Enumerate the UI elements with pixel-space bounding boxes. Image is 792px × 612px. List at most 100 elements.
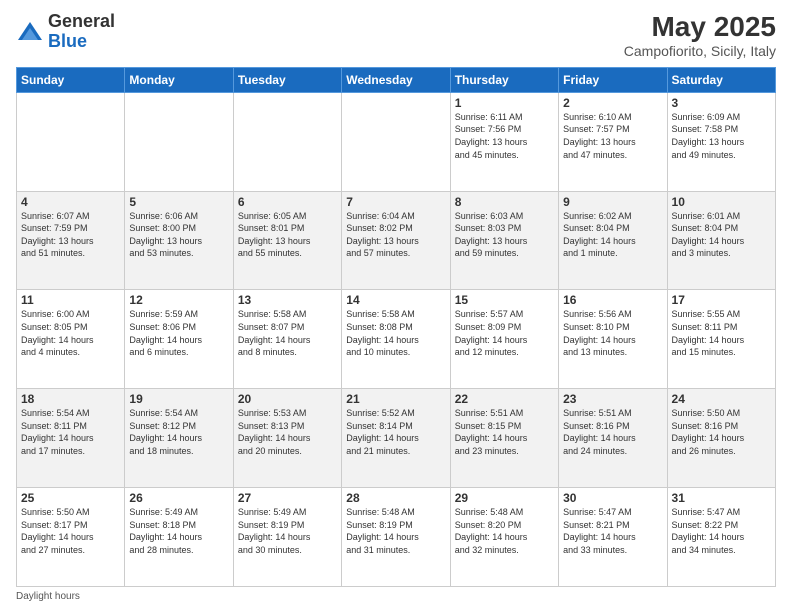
calendar-cell: 12Sunrise: 5:59 AM Sunset: 8:06 PM Dayli…: [125, 290, 233, 389]
day-number: 31: [672, 491, 771, 505]
day-info: Sunrise: 5:56 AM Sunset: 8:10 PM Dayligh…: [563, 308, 662, 358]
calendar-cell: 30Sunrise: 5:47 AM Sunset: 8:21 PM Dayli…: [559, 488, 667, 587]
calendar-cell: 5Sunrise: 6:06 AM Sunset: 8:00 PM Daylig…: [125, 191, 233, 290]
day-info: Sunrise: 6:06 AM Sunset: 8:00 PM Dayligh…: [129, 210, 228, 260]
day-number: 22: [455, 392, 554, 406]
day-number: 12: [129, 293, 228, 307]
calendar-cell: 21Sunrise: 5:52 AM Sunset: 8:14 PM Dayli…: [342, 389, 450, 488]
header: General Blue May 2025 Campofiorito, Sici…: [16, 12, 776, 59]
day-info: Sunrise: 5:54 AM Sunset: 8:12 PM Dayligh…: [129, 407, 228, 457]
day-info: Sunrise: 5:57 AM Sunset: 8:09 PM Dayligh…: [455, 308, 554, 358]
day-number: 21: [346, 392, 445, 406]
day-info: Sunrise: 5:51 AM Sunset: 8:16 PM Dayligh…: [563, 407, 662, 457]
day-info: Sunrise: 5:48 AM Sunset: 8:20 PM Dayligh…: [455, 506, 554, 556]
day-info: Sunrise: 5:48 AM Sunset: 8:19 PM Dayligh…: [346, 506, 445, 556]
calendar-cell: 10Sunrise: 6:01 AM Sunset: 8:04 PM Dayli…: [667, 191, 775, 290]
logo-blue: Blue: [48, 31, 87, 51]
calendar-cell: [17, 92, 125, 191]
day-info: Sunrise: 5:54 AM Sunset: 8:11 PM Dayligh…: [21, 407, 120, 457]
day-info: Sunrise: 6:11 AM Sunset: 7:56 PM Dayligh…: [455, 111, 554, 161]
title-block: May 2025 Campofiorito, Sicily, Italy: [624, 12, 776, 59]
calendar-cell: [342, 92, 450, 191]
logo-icon: [16, 18, 44, 46]
calendar-day-header: Tuesday: [233, 67, 341, 92]
day-info: Sunrise: 6:00 AM Sunset: 8:05 PM Dayligh…: [21, 308, 120, 358]
calendar-cell: 3Sunrise: 6:09 AM Sunset: 7:58 PM Daylig…: [667, 92, 775, 191]
day-number: 24: [672, 392, 771, 406]
day-number: 15: [455, 293, 554, 307]
calendar-cell: 24Sunrise: 5:50 AM Sunset: 8:16 PM Dayli…: [667, 389, 775, 488]
day-info: Sunrise: 6:02 AM Sunset: 8:04 PM Dayligh…: [563, 210, 662, 260]
footer-label: Daylight hours: [16, 591, 80, 602]
day-info: Sunrise: 6:09 AM Sunset: 7:58 PM Dayligh…: [672, 111, 771, 161]
calendar-cell: 28Sunrise: 5:48 AM Sunset: 8:19 PM Dayli…: [342, 488, 450, 587]
calendar-cell: 15Sunrise: 5:57 AM Sunset: 8:09 PM Dayli…: [450, 290, 558, 389]
calendar-cell: 2Sunrise: 6:10 AM Sunset: 7:57 PM Daylig…: [559, 92, 667, 191]
day-number: 17: [672, 293, 771, 307]
day-info: Sunrise: 5:55 AM Sunset: 8:11 PM Dayligh…: [672, 308, 771, 358]
calendar-day-header: Sunday: [17, 67, 125, 92]
day-info: Sunrise: 5:47 AM Sunset: 8:21 PM Dayligh…: [563, 506, 662, 556]
calendar-cell: 18Sunrise: 5:54 AM Sunset: 8:11 PM Dayli…: [17, 389, 125, 488]
day-info: Sunrise: 6:01 AM Sunset: 8:04 PM Dayligh…: [672, 210, 771, 260]
page: General Blue May 2025 Campofiorito, Sici…: [0, 0, 792, 612]
calendar-day-header: Saturday: [667, 67, 775, 92]
calendar-day-header: Wednesday: [342, 67, 450, 92]
calendar-cell: 14Sunrise: 5:58 AM Sunset: 8:08 PM Dayli…: [342, 290, 450, 389]
day-info: Sunrise: 6:05 AM Sunset: 8:01 PM Dayligh…: [238, 210, 337, 260]
day-info: Sunrise: 5:50 AM Sunset: 8:16 PM Dayligh…: [672, 407, 771, 457]
day-info: Sunrise: 6:03 AM Sunset: 8:03 PM Dayligh…: [455, 210, 554, 260]
day-number: 3: [672, 96, 771, 110]
day-info: Sunrise: 5:51 AM Sunset: 8:15 PM Dayligh…: [455, 407, 554, 457]
logo-general: General: [48, 11, 115, 31]
calendar-cell: 8Sunrise: 6:03 AM Sunset: 8:03 PM Daylig…: [450, 191, 558, 290]
calendar-week-row: 1Sunrise: 6:11 AM Sunset: 7:56 PM Daylig…: [17, 92, 776, 191]
day-number: 25: [21, 491, 120, 505]
calendar-cell: 31Sunrise: 5:47 AM Sunset: 8:22 PM Dayli…: [667, 488, 775, 587]
calendar-cell: 7Sunrise: 6:04 AM Sunset: 8:02 PM Daylig…: [342, 191, 450, 290]
logo: General Blue: [16, 12, 115, 52]
day-number: 1: [455, 96, 554, 110]
day-number: 10: [672, 195, 771, 209]
month-title: May 2025: [624, 12, 776, 43]
calendar-cell: [125, 92, 233, 191]
day-info: Sunrise: 6:10 AM Sunset: 7:57 PM Dayligh…: [563, 111, 662, 161]
calendar-day-header: Thursday: [450, 67, 558, 92]
calendar-cell: 19Sunrise: 5:54 AM Sunset: 8:12 PM Dayli…: [125, 389, 233, 488]
calendar-week-row: 25Sunrise: 5:50 AM Sunset: 8:17 PM Dayli…: [17, 488, 776, 587]
calendar-cell: 29Sunrise: 5:48 AM Sunset: 8:20 PM Dayli…: [450, 488, 558, 587]
day-number: 5: [129, 195, 228, 209]
calendar-day-header: Friday: [559, 67, 667, 92]
day-number: 11: [21, 293, 120, 307]
day-number: 27: [238, 491, 337, 505]
day-info: Sunrise: 5:49 AM Sunset: 8:18 PM Dayligh…: [129, 506, 228, 556]
calendar-header-row: SundayMondayTuesdayWednesdayThursdayFrid…: [17, 67, 776, 92]
day-info: Sunrise: 5:53 AM Sunset: 8:13 PM Dayligh…: [238, 407, 337, 457]
day-number: 19: [129, 392, 228, 406]
calendar-cell: 27Sunrise: 5:49 AM Sunset: 8:19 PM Dayli…: [233, 488, 341, 587]
location: Campofiorito, Sicily, Italy: [624, 43, 776, 59]
calendar-cell: 22Sunrise: 5:51 AM Sunset: 8:15 PM Dayli…: [450, 389, 558, 488]
calendar-cell: 25Sunrise: 5:50 AM Sunset: 8:17 PM Dayli…: [17, 488, 125, 587]
day-number: 9: [563, 195, 662, 209]
day-number: 6: [238, 195, 337, 209]
calendar-week-row: 18Sunrise: 5:54 AM Sunset: 8:11 PM Dayli…: [17, 389, 776, 488]
calendar-day-header: Monday: [125, 67, 233, 92]
calendar-cell: 26Sunrise: 5:49 AM Sunset: 8:18 PM Dayli…: [125, 488, 233, 587]
day-number: 30: [563, 491, 662, 505]
footer: Daylight hours: [16, 591, 776, 602]
day-info: Sunrise: 5:50 AM Sunset: 8:17 PM Dayligh…: [21, 506, 120, 556]
day-info: Sunrise: 5:52 AM Sunset: 8:14 PM Dayligh…: [346, 407, 445, 457]
calendar-table: SundayMondayTuesdayWednesdayThursdayFrid…: [16, 67, 776, 587]
calendar-week-row: 11Sunrise: 6:00 AM Sunset: 8:05 PM Dayli…: [17, 290, 776, 389]
calendar-cell: 13Sunrise: 5:58 AM Sunset: 8:07 PM Dayli…: [233, 290, 341, 389]
day-number: 7: [346, 195, 445, 209]
calendar-cell: [233, 92, 341, 191]
calendar-cell: 20Sunrise: 5:53 AM Sunset: 8:13 PM Dayli…: [233, 389, 341, 488]
day-number: 20: [238, 392, 337, 406]
day-info: Sunrise: 5:59 AM Sunset: 8:06 PM Dayligh…: [129, 308, 228, 358]
day-info: Sunrise: 6:07 AM Sunset: 7:59 PM Dayligh…: [21, 210, 120, 260]
day-info: Sunrise: 5:47 AM Sunset: 8:22 PM Dayligh…: [672, 506, 771, 556]
calendar-cell: 23Sunrise: 5:51 AM Sunset: 8:16 PM Dayli…: [559, 389, 667, 488]
logo-text: General Blue: [48, 12, 115, 52]
